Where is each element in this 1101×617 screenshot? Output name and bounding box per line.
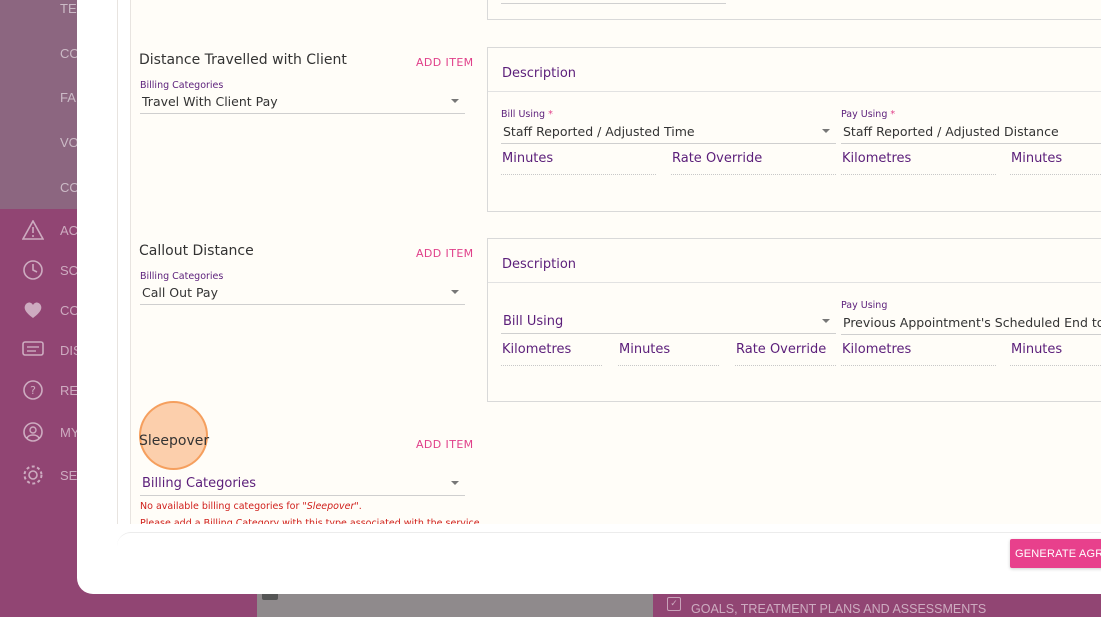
background-goals-panel: ✓ GOALS, TREATMENT PLANS AND ASSESSMENTS	[653, 590, 1101, 617]
rate-override-field-label: Rate Override	[672, 151, 763, 166]
minutes-field-label-2: Minutes	[1011, 342, 1063, 357]
pay-using-value: Staff Reported / Adjusted Distance	[843, 124, 1059, 139]
bill-using-select[interactable]: Staff Reported / Adjusted Time	[501, 124, 836, 144]
minutes-field-2[interactable]	[1010, 365, 1101, 366]
minutes-field-label: Minutes	[619, 342, 671, 357]
bg-nav-label: RE	[60, 382, 79, 398]
bill-using-label: Bill Using *	[501, 109, 553, 120]
pay-using-value: Previous Appointment's Scheduled End to …	[843, 315, 1101, 330]
rate-override-field-label: Rate Override	[736, 342, 827, 357]
add-item-button-sleepover[interactable]: ADD ITEM	[416, 438, 474, 451]
svg-text:?: ?	[30, 384, 36, 397]
pay-using-label: Pay Using *	[841, 109, 896, 120]
hearts-icon	[20, 297, 46, 323]
billing-categories-select-callout[interactable]: Call Out Pay	[140, 285, 465, 305]
rate-override-field[interactable]	[735, 365, 836, 366]
bill-using-select-callout[interactable]: Bill Using	[501, 314, 836, 334]
pay-using-label: Pay Using	[841, 300, 888, 311]
billing-categories-value: Call Out Pay	[142, 285, 218, 300]
previous-field-line	[501, 3, 726, 4]
card-divider	[488, 282, 1101, 283]
question-icon: ?	[20, 377, 46, 403]
kilometres-field[interactable]	[501, 365, 602, 366]
clock-icon	[20, 257, 46, 283]
add-item-button-callout[interactable]: ADD ITEM	[416, 247, 474, 260]
checkbox-icon: ✓	[667, 596, 681, 611]
billing-categories-value: Travel With Client Pay	[142, 94, 278, 109]
pay-using-select[interactable]: Staff Reported / Adjusted Distance	[841, 124, 1101, 144]
card-description-label: Description	[502, 66, 577, 81]
kilometres-field[interactable]	[841, 174, 996, 175]
bg-nav-label: TE	[60, 0, 77, 16]
background-content	[257, 590, 657, 617]
section-title-callout: Callout Distance	[139, 243, 254, 259]
minutes-field-label-2: Minutes	[1011, 151, 1063, 166]
kilometres-field-label-2: Kilometres	[842, 342, 912, 357]
card-description-label: Description	[502, 257, 577, 272]
billing-categories-label: Billing Categories	[140, 271, 224, 282]
billing-categories-placeholder: Billing Categories	[142, 476, 257, 491]
pay-using-select-callout[interactable]: Previous Appointment's Scheduled End to …	[841, 315, 1101, 335]
warning-triangle-icon	[20, 217, 46, 243]
minutes-field[interactable]	[501, 174, 656, 175]
kilometres-field-label: Kilometres	[842, 151, 912, 166]
bg-nav-label: SE	[60, 467, 78, 483]
bill-using-placeholder: Bill Using	[503, 314, 564, 329]
billing-categories-label: Billing Categories	[140, 80, 224, 91]
chevron-down-icon	[822, 129, 830, 133]
minutes-field-2[interactable]	[1010, 174, 1101, 175]
chevron-down-icon	[822, 319, 830, 323]
no-billing-categories-error: No available billing categories for "Sle…	[140, 501, 362, 512]
billing-categories-select-sleepover[interactable]: Billing Categories	[140, 476, 465, 496]
section-title-sleepover: Sleepover	[139, 433, 210, 449]
chevron-down-icon	[451, 290, 459, 294]
kilometres-field-2[interactable]	[841, 365, 996, 366]
chevron-down-icon	[451, 99, 459, 103]
card-divider	[488, 91, 1101, 92]
add-billing-category-hint: Please add a Billing Category with this …	[140, 518, 480, 524]
minutes-field-label: Minutes	[502, 151, 554, 166]
chevron-down-icon	[451, 481, 459, 485]
kilometres-field-label: Kilometres	[502, 342, 572, 357]
bill-using-value: Staff Reported / Adjusted Time	[503, 124, 695, 139]
add-item-button-distance[interactable]: ADD ITEM	[416, 56, 474, 69]
modal-footer	[117, 532, 1101, 594]
bg-nav-label: FA	[60, 89, 76, 105]
bg-nav-label: AC	[60, 222, 79, 238]
chat-icon	[20, 337, 46, 363]
gear-icon	[20, 462, 46, 488]
goals-panel-label: GOALS, TREATMENT PLANS AND ASSESSMENTS	[691, 601, 987, 616]
section-title-distance: Distance Travelled with Client	[139, 52, 347, 68]
billing-categories-select-distance[interactable]: Travel With Client Pay	[140, 94, 465, 114]
user-icon	[20, 419, 46, 445]
bg-nav-label: VO	[60, 134, 79, 150]
rate-override-field[interactable]	[671, 174, 836, 175]
bg-nav-label: SC	[60, 262, 79, 278]
generate-agreement-button[interactable]: GENERATE AGRE	[1010, 539, 1101, 568]
minutes-field[interactable]	[618, 365, 719, 366]
